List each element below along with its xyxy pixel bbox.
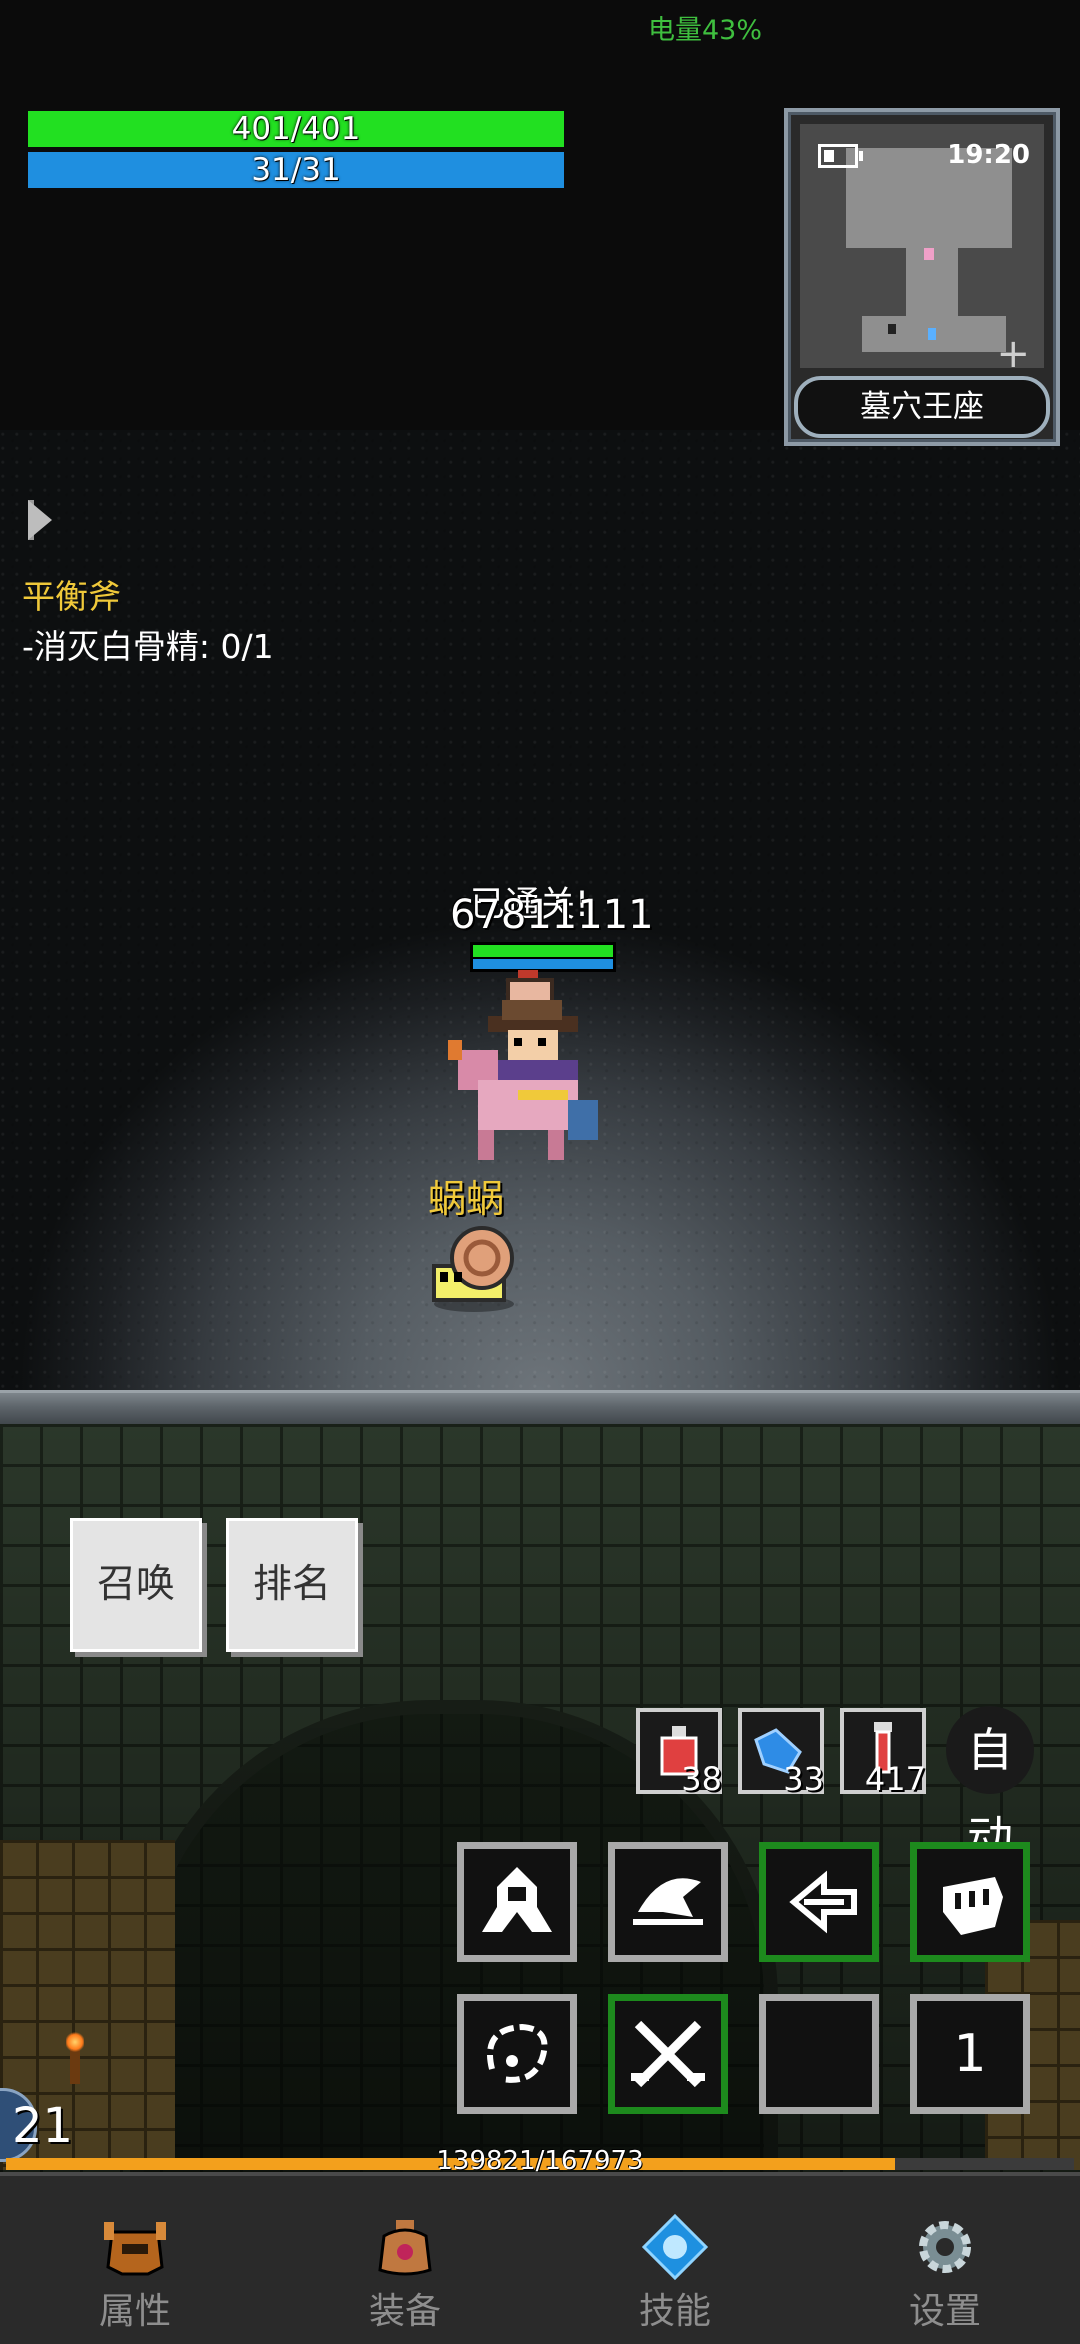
gear-icon bbox=[919, 2221, 971, 2273]
fist-icon bbox=[943, 1877, 1003, 1935]
skill-slot-8[interactable]: 1 bbox=[910, 1994, 1030, 2114]
skill-slot-6[interactable] bbox=[608, 1994, 728, 2114]
floor-ledge bbox=[0, 1390, 1080, 1427]
nav-skills-label: 技能 bbox=[638, 2291, 711, 2332]
battery-status: 电量43% bbox=[648, 15, 763, 46]
minimap-view: 19:20 + bbox=[800, 124, 1044, 374]
nav-attributes-label: 属性 bbox=[98, 2291, 171, 2332]
nav-settings[interactable]: 设置 bbox=[810, 2176, 1080, 2344]
item-marker-icon bbox=[928, 328, 936, 340]
bottom-nav: 属性 装备 技能 设置 bbox=[0, 2172, 1080, 2344]
auto-button[interactable]: 自动 bbox=[946, 1706, 1034, 1865]
nav-skills[interactable]: 技能 bbox=[540, 2176, 810, 2344]
skill-slot-7-empty[interactable] bbox=[759, 1994, 879, 2114]
crossed-swords-icon bbox=[631, 2020, 705, 2088]
mp-potion-slot[interactable]: 33 bbox=[738, 1708, 824, 1798]
skill-slot-5[interactable] bbox=[457, 1994, 577, 2114]
skill-slot-4[interactable] bbox=[910, 1842, 1030, 1962]
hp-bar: 401/401 bbox=[28, 111, 564, 147]
nav-settings-label: 设置 bbox=[908, 2291, 981, 2332]
unknown-marker-icon bbox=[888, 324, 896, 334]
nav-attributes[interactable]: 属性 bbox=[0, 2176, 270, 2344]
bag-icon bbox=[378, 2220, 432, 2276]
hero-name: 67811111 bbox=[450, 892, 654, 938]
slash-wave-icon bbox=[633, 1878, 703, 1925]
zoom-plus-icon[interactable]: + bbox=[996, 334, 1030, 374]
skill-slot-3[interactable] bbox=[759, 1842, 879, 1962]
player-marker-icon bbox=[924, 248, 934, 260]
snail-enemy-sprite[interactable] bbox=[424, 1214, 524, 1314]
mp-potion-count: 33 bbox=[783, 1760, 824, 1798]
quest-expand-arrow-icon[interactable] bbox=[28, 500, 52, 540]
hooded-figure-icon bbox=[482, 1867, 552, 1932]
helmet-icon bbox=[104, 2222, 166, 2276]
torch-icon bbox=[66, 2032, 84, 2084]
hp-potion-count: 38 bbox=[681, 1760, 722, 1798]
skill-slot-8-count: 1 bbox=[953, 2024, 987, 2084]
ranking-button[interactable]: 排名 bbox=[226, 1518, 358, 1652]
hero-hp-bar bbox=[470, 942, 616, 960]
skill-slot-1[interactable] bbox=[457, 1842, 577, 1962]
nav-equipment-label: 装备 bbox=[368, 2291, 441, 2332]
skill-slot-2[interactable] bbox=[608, 1842, 728, 1962]
nav-equipment[interactable]: 装备 bbox=[270, 2176, 540, 2344]
hp-potion-slot[interactable]: 38 bbox=[636, 1708, 722, 1798]
dash-arrows-icon bbox=[789, 1870, 857, 1934]
summon-button[interactable]: 召唤 bbox=[70, 1518, 202, 1652]
battery-icon bbox=[818, 144, 863, 168]
crystal-icon bbox=[641, 2213, 709, 2281]
quest-objective: -消灭白骨精: 0/1 bbox=[22, 627, 274, 666]
swirl-icon bbox=[487, 2023, 548, 2083]
mp-bar: 31/31 bbox=[28, 152, 564, 188]
vial-count: 417 bbox=[864, 1760, 926, 1798]
quest-title[interactable]: 平衡斧 bbox=[22, 570, 121, 618]
clock-time: 19:20 bbox=[947, 140, 1030, 170]
minimap[interactable]: 19:20 + 墓穴王座 bbox=[784, 108, 1060, 446]
hero-on-unicorn-sprite bbox=[448, 970, 598, 1160]
location-name: 墓穴王座 bbox=[794, 376, 1050, 438]
vial-slot[interactable]: 417 bbox=[840, 1708, 926, 1798]
